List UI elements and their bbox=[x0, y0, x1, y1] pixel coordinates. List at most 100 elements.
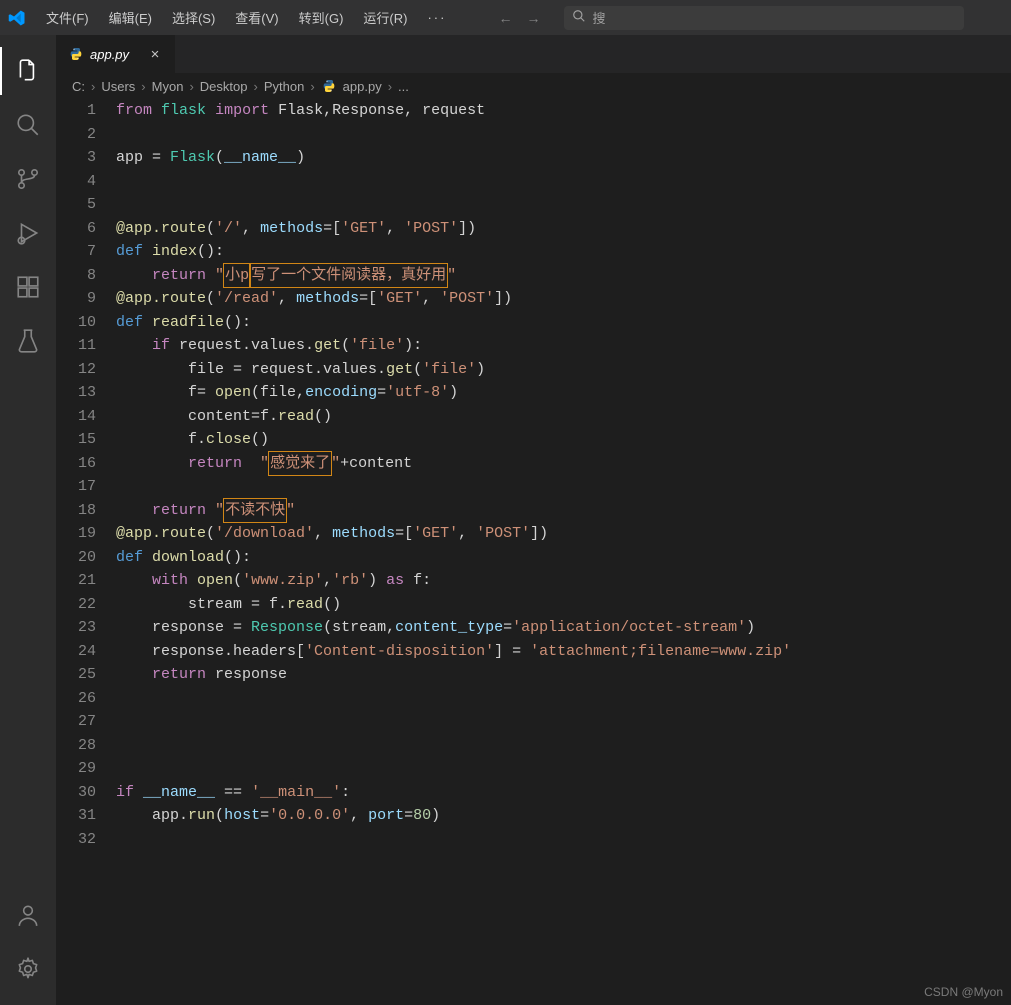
activity-account[interactable] bbox=[4, 891, 52, 939]
menu-file[interactable]: 文件(F) bbox=[38, 4, 97, 31]
code-line[interactable]: if __name__ == '__main__': bbox=[116, 781, 1011, 805]
code-line[interactable]: def index(): bbox=[116, 240, 1011, 264]
code-line[interactable]: @app.route('/download', methods=['GET', … bbox=[116, 522, 1011, 546]
line-number: 26 bbox=[56, 687, 96, 711]
code-line[interactable] bbox=[116, 123, 1011, 147]
editor-column: app.py × C: › Users › Myon › Desktop › P… bbox=[56, 35, 1011, 1005]
code-line[interactable]: file = request.values.get('file') bbox=[116, 358, 1011, 382]
code-line[interactable] bbox=[116, 687, 1011, 711]
line-number: 16 bbox=[56, 452, 96, 476]
tabs-bar: app.py × bbox=[56, 35, 1011, 73]
chevron-right-icon: › bbox=[388, 79, 392, 94]
code-line[interactable]: response = Response(stream,content_type=… bbox=[116, 616, 1011, 640]
activity-search[interactable] bbox=[4, 101, 52, 149]
gear-icon bbox=[15, 956, 41, 982]
code-line[interactable]: with open('www.zip','rb') as f: bbox=[116, 569, 1011, 593]
code-area[interactable]: from flask import Flask,Response, reques… bbox=[116, 99, 1011, 1005]
code-line[interactable]: return response bbox=[116, 663, 1011, 687]
play-bug-icon bbox=[15, 220, 41, 246]
menu-edit[interactable]: 编辑(E) bbox=[101, 4, 160, 31]
flask-icon bbox=[15, 328, 41, 354]
line-number: 21 bbox=[56, 569, 96, 593]
breadcrumb-part[interactable]: Desktop bbox=[200, 79, 248, 94]
breadcrumb-part[interactable]: Users bbox=[101, 79, 135, 94]
line-number: 15 bbox=[56, 428, 96, 452]
code-line[interactable]: app.run(host='0.0.0.0', port=80) bbox=[116, 804, 1011, 828]
code-line[interactable]: return "不读不快" bbox=[116, 499, 1011, 523]
line-number: 20 bbox=[56, 546, 96, 570]
code-line[interactable] bbox=[116, 475, 1011, 499]
code-line[interactable] bbox=[116, 757, 1011, 781]
breadcrumbs[interactable]: C: › Users › Myon › Desktop › Python › a… bbox=[56, 73, 1011, 99]
code-line[interactable]: response.headers['Content-disposition'] … bbox=[116, 640, 1011, 664]
nav-forward-icon[interactable]: → bbox=[526, 10, 540, 26]
chevron-right-icon: › bbox=[189, 79, 193, 94]
search-icon bbox=[572, 9, 586, 26]
line-number: 17 bbox=[56, 475, 96, 499]
line-number: 32 bbox=[56, 828, 96, 852]
tab-app-py[interactable]: app.py × bbox=[56, 35, 176, 73]
line-number: 4 bbox=[56, 170, 96, 194]
code-line[interactable]: f= open(file,encoding='utf-8') bbox=[116, 381, 1011, 405]
code-line[interactable]: def readfile(): bbox=[116, 311, 1011, 335]
line-number: 25 bbox=[56, 663, 96, 687]
chevron-right-icon: › bbox=[141, 79, 145, 94]
title-bar: 文件(F) 编辑(E) 选择(S) 查看(V) 转到(G) 运行(R) ··· … bbox=[0, 0, 1011, 35]
code-line[interactable]: content=f.read() bbox=[116, 405, 1011, 429]
code-line[interactable]: f.close() bbox=[116, 428, 1011, 452]
code-line[interactable] bbox=[116, 734, 1011, 758]
files-icon bbox=[15, 58, 41, 84]
activity-test[interactable] bbox=[4, 317, 52, 365]
breadcrumb-part[interactable]: Myon bbox=[152, 79, 184, 94]
title-search[interactable]: 搜 bbox=[564, 6, 964, 30]
code-line[interactable]: stream = f.read() bbox=[116, 593, 1011, 617]
activity-debug[interactable] bbox=[4, 209, 52, 257]
line-number: 27 bbox=[56, 710, 96, 734]
breadcrumb-ellipsis[interactable]: ... bbox=[398, 79, 409, 94]
line-number: 19 bbox=[56, 522, 96, 546]
nav-arrows: ← → bbox=[498, 10, 540, 26]
code-line[interactable] bbox=[116, 710, 1011, 734]
code-line[interactable]: from flask import Flask,Response, reques… bbox=[116, 99, 1011, 123]
code-line[interactable]: return "感觉来了"+content bbox=[116, 452, 1011, 476]
line-number: 14 bbox=[56, 405, 96, 429]
line-number: 30 bbox=[56, 781, 96, 805]
menu-go[interactable]: 转到(G) bbox=[291, 4, 352, 31]
account-icon bbox=[15, 902, 41, 928]
code-line[interactable]: return "小p写了一个文件阅读器，真好用" bbox=[116, 264, 1011, 288]
code-line[interactable]: app = Flask(__name__) bbox=[116, 146, 1011, 170]
breadcrumb-file[interactable]: app.py bbox=[343, 79, 382, 94]
code-line[interactable]: if request.values.get('file'): bbox=[116, 334, 1011, 358]
line-number: 22 bbox=[56, 593, 96, 617]
line-number: 5 bbox=[56, 193, 96, 217]
line-number: 23 bbox=[56, 616, 96, 640]
code-line[interactable]: @app.route('/read', methods=['GET', 'POS… bbox=[116, 287, 1011, 311]
breadcrumb-part[interactable]: C: bbox=[72, 79, 85, 94]
search-placeholder: 搜 bbox=[592, 8, 605, 27]
breadcrumb-part[interactable]: Python bbox=[264, 79, 304, 94]
line-number: 18 bbox=[56, 499, 96, 523]
nav-back-icon[interactable]: ← bbox=[498, 10, 512, 26]
activity-source-control[interactable] bbox=[4, 155, 52, 203]
line-number: 28 bbox=[56, 734, 96, 758]
menu-view[interactable]: 查看(V) bbox=[227, 4, 286, 31]
code-line[interactable]: @app.route('/', methods=['GET', 'POST']) bbox=[116, 217, 1011, 241]
activity-explorer[interactable] bbox=[4, 47, 52, 95]
code-editor[interactable]: 1234567891011121314151617181920212223242… bbox=[56, 99, 1011, 1005]
code-line[interactable] bbox=[116, 193, 1011, 217]
chevron-right-icon: › bbox=[310, 79, 314, 94]
tab-label: app.py bbox=[90, 47, 129, 62]
chevron-right-icon: › bbox=[253, 79, 257, 94]
extensions-icon bbox=[15, 274, 41, 300]
code-line[interactable] bbox=[116, 828, 1011, 852]
menu-run[interactable]: 运行(R) bbox=[355, 4, 415, 31]
line-number: 9 bbox=[56, 287, 96, 311]
line-number: 2 bbox=[56, 123, 96, 147]
code-line[interactable] bbox=[116, 170, 1011, 194]
activity-settings[interactable] bbox=[4, 945, 52, 993]
menu-more[interactable]: ··· bbox=[419, 6, 454, 29]
activity-extensions[interactable] bbox=[4, 263, 52, 311]
tab-close-icon[interactable]: × bbox=[147, 46, 163, 63]
menu-select[interactable]: 选择(S) bbox=[164, 4, 223, 31]
code-line[interactable]: def download(): bbox=[116, 546, 1011, 570]
